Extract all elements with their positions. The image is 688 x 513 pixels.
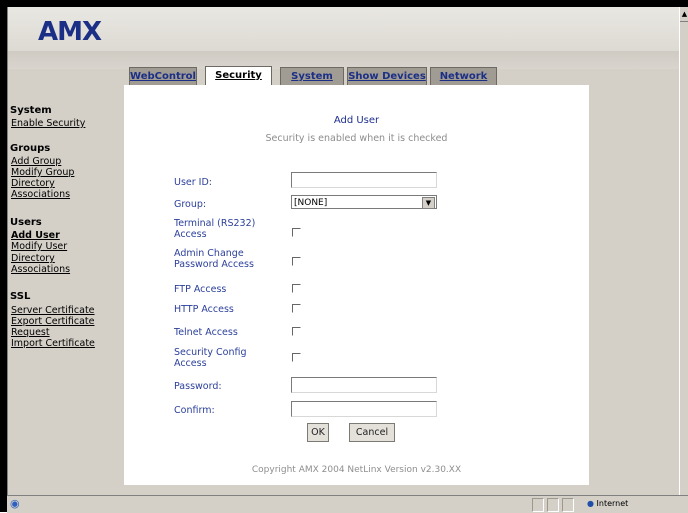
user-id-input[interactable] — [291, 172, 437, 188]
sidebar: System Enable Security Groups Add Group … — [8, 69, 123, 485]
terminal-access-checkbox[interactable] — [292, 228, 301, 237]
copyright-footer: Copyright AMX 2004 NetLinx Version v2.30… — [251, 465, 462, 475]
nav-user-directory[interactable]: Directory — [11, 253, 55, 264]
ok-button[interactable]: OK — [307, 423, 329, 442]
nav-section-users: Users — [10, 217, 42, 228]
confirm-label: Confirm: — [174, 405, 215, 416]
status-segment — [547, 498, 559, 512]
tab-system[interactable]: System — [280, 67, 344, 86]
chevron-down-icon[interactable]: ▼ — [422, 197, 435, 209]
nav-group-directory[interactable]: Directory — [11, 178, 55, 189]
status-segment — [532, 498, 544, 512]
group-select-value: [NONE] — [294, 198, 328, 208]
ftp-access-label: FTP Access — [174, 284, 227, 295]
http-access-label: HTTP Access — [174, 304, 234, 315]
vertical-scrollbar[interactable]: ▲ — [679, 7, 688, 496]
password-input[interactable] — [291, 377, 437, 393]
security-note: Security is enabled when it is checked — [265, 133, 448, 144]
tab-show-devices[interactable]: Show Devices — [347, 67, 427, 86]
nav-import-certificate[interactable]: Import Certificate — [11, 338, 95, 349]
tab-network[interactable]: Network — [430, 67, 497, 86]
cancel-button[interactable]: Cancel — [349, 423, 395, 442]
ie-page-icon: ◉ — [10, 497, 20, 510]
nav-group-associations[interactable]: Associations — [11, 189, 70, 200]
internet-zone-label: Internet — [596, 499, 629, 508]
nav-modify-user[interactable]: Modify User — [11, 241, 67, 252]
nav-server-certificate[interactable]: Server Certificate — [11, 305, 95, 316]
page-title: Add User — [333, 115, 380, 126]
confirm-password-input[interactable] — [291, 401, 437, 417]
telnet-access-checkbox[interactable] — [292, 327, 301, 336]
header-bar: AMX — [8, 7, 680, 51]
browser-viewport: AMX System Enable Security Groups Add Gr… — [7, 7, 680, 505]
status-segment — [562, 498, 574, 512]
internet-zone-icon: ● — [587, 499, 594, 508]
http-access-checkbox[interactable] — [292, 304, 301, 313]
browser-frame: AMX System Enable Security Groups Add Gr… — [0, 0, 688, 513]
nav-request[interactable]: Request — [11, 327, 50, 338]
scroll-up-icon[interactable]: ▲ — [680, 7, 688, 22]
nav-add-user[interactable]: Add User — [11, 230, 60, 241]
user-id-label: User ID: — [174, 177, 212, 188]
password-label: Password: — [174, 381, 222, 392]
nav-export-certificate[interactable]: Export Certificate — [11, 316, 94, 327]
admin-change-password-checkbox[interactable] — [292, 257, 301, 266]
tab-bar: WebControl Security System Show Devices … — [123, 66, 503, 87]
add-user-panel: Add User Security is enabled when it is … — [124, 85, 589, 485]
internet-zone: ● Internet — [587, 498, 677, 510]
nav-section-groups: Groups — [10, 143, 51, 154]
nav-add-group[interactable]: Add Group — [11, 156, 61, 167]
ftp-access-checkbox[interactable] — [292, 284, 301, 293]
group-label: Group: — [174, 199, 207, 210]
tab-security[interactable]: Security — [205, 66, 272, 87]
terminal-access-label: Terminal (RS232) Access — [174, 218, 256, 240]
amx-logo: AMX — [38, 17, 102, 47]
security-config-checkbox[interactable] — [292, 353, 301, 362]
tab-webcontrol[interactable]: WebControl — [129, 67, 197, 86]
nav-modify-group[interactable]: Modify Group — [11, 167, 74, 178]
nav-section-system: System — [10, 105, 52, 116]
status-bar: ◉ ● Internet — [7, 495, 688, 513]
nav-user-associations[interactable]: Associations — [11, 264, 70, 275]
group-select[interactable]: [NONE] ▼ — [291, 195, 437, 209]
admin-change-password-label: Admin Change Password Access — [174, 248, 254, 270]
nav-section-ssl: SSL — [10, 291, 31, 302]
nav-enable-security[interactable]: Enable Security — [11, 118, 85, 129]
telnet-access-label: Telnet Access — [174, 327, 238, 338]
security-config-label: Security Config Access — [174, 347, 247, 369]
